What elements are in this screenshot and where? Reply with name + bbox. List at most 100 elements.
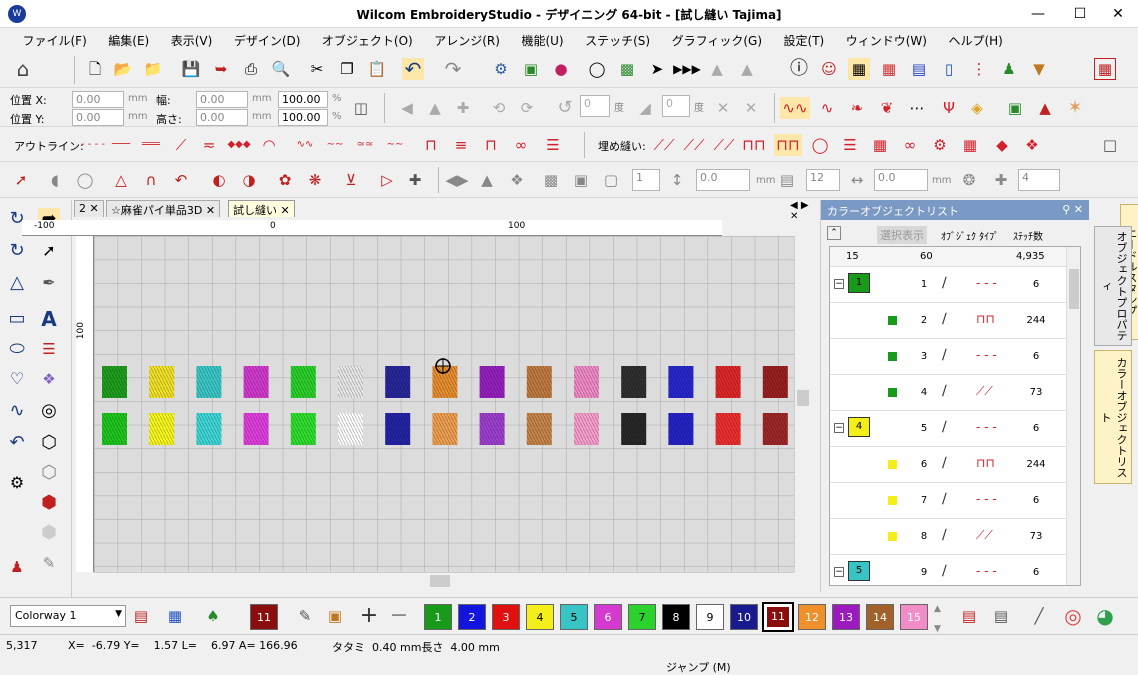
target-icon[interactable]: ◎ <box>38 400 60 422</box>
palette-color-swatch[interactable]: 3 <box>492 604 520 630</box>
palette-color-swatch[interactable]: 14 <box>866 604 894 630</box>
vertical-scrollbar[interactable] <box>794 236 810 572</box>
menu-arrange[interactable]: アレンジ(R) <box>425 29 509 51</box>
dotted-line-icon[interactable]: ⋯ <box>906 97 928 119</box>
pie-node-icon[interactable]: ◑ <box>238 169 260 191</box>
vtab-object-properties[interactable]: オブジェクトプロパティ <box>1094 226 1132 346</box>
columns-icon[interactable]: ▤ <box>776 169 798 191</box>
send-icon[interactable]: ➤ <box>646 58 668 80</box>
remove-color-icon[interactable]: − <box>388 605 410 627</box>
list-scrollbar[interactable] <box>1066 247 1080 585</box>
radial2-icon[interactable]: ✚ <box>990 169 1012 191</box>
lock-proportion-icon[interactable]: ◫ <box>350 97 372 119</box>
outline-arc-icon[interactable]: ◠ <box>256 134 282 156</box>
color-group-swatch[interactable]: 5 <box>848 561 870 581</box>
dots-grid-icon[interactable]: ⋮ <box>968 58 990 80</box>
object-list-row[interactable]: 8 ∕ ⟋⟋ 73 <box>830 519 1070 555</box>
vertical-scroll-thumb[interactable] <box>797 390 809 406</box>
spacing-icon[interactable]: ↕ <box>666 169 688 191</box>
eyedropper-icon[interactable]: ✎ <box>294 605 316 627</box>
current-color-swatch[interactable]: 11 <box>250 604 278 630</box>
fill-dense-icon[interactable]: ▦ <box>956 134 984 156</box>
fill-lines-icon[interactable]: ☰ <box>836 134 864 156</box>
select-points-icon[interactable]: ✚ <box>404 169 426 191</box>
object-list-row[interactable]: −4 5 ∕ - - - 6 <box>830 411 1070 447</box>
object-list-row[interactable]: 6 ∕ ⊓⊓ 244 <box>830 447 1070 483</box>
outline-chain-icon[interactable]: ∞ <box>508 134 534 156</box>
info-icon[interactable]: ⓘ <box>788 58 810 80</box>
color-wheel-icon[interactable]: ◎ <box>1062 605 1084 627</box>
menu-help[interactable]: ヘルプ(H) <box>939 29 1011 51</box>
outline-run-icon[interactable]: - - - - <box>80 134 106 156</box>
trueview-icon[interactable]: ● <box>550 58 572 80</box>
columns-field[interactable]: 12 <box>806 169 840 191</box>
menu-view[interactable]: 表示(V) <box>162 29 222 51</box>
leaf-icon[interactable]: ❧ <box>846 97 868 119</box>
background-icon[interactable]: ▩ <box>616 58 638 80</box>
tool-a-icon[interactable]: ✕ <box>712 97 734 119</box>
palette-color-swatch[interactable]: 11 <box>762 602 794 632</box>
pencil-tool-icon[interactable]: ✎ <box>38 552 60 574</box>
expand-toggle-icon[interactable]: − <box>834 567 844 577</box>
outline-diamond-icon[interactable]: ◆◆◆ <box>226 134 252 156</box>
stamp-icon[interactable]: ▼ <box>1028 58 1050 80</box>
outline-zz2-icon[interactable]: ∿∿ <box>292 134 318 156</box>
palette-color-swatch[interactable]: 4 <box>526 604 554 630</box>
outline-bars-icon[interactable]: ≡ <box>448 134 474 156</box>
stitch-player-icon[interactable]: ⚙ <box>490 58 512 80</box>
palette-color-swatch[interactable]: 12 <box>798 604 826 630</box>
rectangle-icon[interactable]: ▭ <box>6 308 28 330</box>
flip-h-icon[interactable]: ◀▶ <box>445 169 468 191</box>
fill-square-icon[interactable]: ⊓⊓ <box>740 134 768 156</box>
undo-icon[interactable]: ↶ <box>402 58 424 80</box>
scale-box-icon[interactable]: ▣ <box>570 169 592 191</box>
fish-icon[interactable]: ◈ <box>966 97 988 119</box>
height-field[interactable]: 0.00 <box>196 109 248 126</box>
menu-file[interactable]: ファイル(F) <box>14 29 96 51</box>
team-names-icon[interactable]: ☰ <box>38 338 60 360</box>
outline-triple-icon[interactable]: ─── <box>108 134 134 156</box>
skew-icon[interactable]: ✚ <box>452 97 474 119</box>
rotate-right-icon[interactable]: ⟳ <box>516 97 538 119</box>
menu-function[interactable]: 機能(U) <box>512 29 572 51</box>
minimize-button[interactable]: — <box>1024 4 1052 24</box>
hex-filled-icon[interactable]: ⬢ <box>38 492 60 514</box>
thread-spool-icon[interactable]: ▯ <box>938 58 960 80</box>
rotate-angle-icon[interactable]: ↺ <box>554 97 576 119</box>
hoop-icon[interactable]: ◯ <box>586 58 608 80</box>
polyline-icon[interactable]: ⊻ <box>340 169 362 191</box>
pos-x-field[interactable]: 0.00 <box>72 91 124 108</box>
maximize-button[interactable]: ☐ <box>1066 4 1094 24</box>
export-icon[interactable]: ➥ <box>210 58 232 80</box>
spiral-icon[interactable]: ↶ <box>6 432 28 454</box>
monogram-icon[interactable]: ❖ <box>38 368 60 390</box>
tab-mahjong-3d[interactable]: ☆麻雀パイ単品3D ✕ <box>106 200 221 217</box>
pos-y-field[interactable]: 0.00 <box>72 109 124 126</box>
spoke-circle-icon[interactable]: ❋ <box>304 169 326 191</box>
hex-outline-icon[interactable]: ⬡ <box>38 462 60 484</box>
tab-test-sew[interactable]: 試し縫い ✕ <box>228 200 295 217</box>
close-button[interactable]: ✕ <box>1104 4 1132 24</box>
hex-light-icon[interactable]: ⬢ <box>38 522 60 544</box>
palette-scroll-icon[interactable]: ▲ ▼ <box>934 604 941 634</box>
outline-square-wave-icon[interactable]: ⊓ <box>418 134 444 156</box>
color-grid-icon[interactable]: ▦ <box>878 58 900 80</box>
horizontal-scrollbar[interactable] <box>94 572 794 588</box>
color-pie-icon[interactable]: ◕ <box>1094 605 1116 627</box>
colorway-select[interactable]: Colorway 1 ▼ <box>10 605 126 627</box>
thread-compare-icon[interactable]: ▤ <box>990 605 1012 627</box>
tool-b-icon[interactable]: ✕ <box>740 97 762 119</box>
knife-icon[interactable]: ◖ <box>44 169 66 191</box>
fill-satin-icon[interactable]: ⟋⟋ <box>710 134 738 156</box>
rotate-angle-field[interactable]: 0 <box>580 95 610 117</box>
fill-step-icon[interactable]: ⊓⊓ <box>774 134 802 156</box>
outline-satin-icon[interactable]: ⟋ <box>168 134 194 156</box>
redo-icon[interactable]: ↷ <box>442 58 464 80</box>
copy-icon[interactable]: ❐ <box>336 58 358 80</box>
hex-icon[interactable]: ⬡ <box>38 432 60 454</box>
print-icon[interactable]: ⎙ <box>240 58 262 80</box>
spacing-field[interactable]: 0.0 <box>696 169 750 191</box>
fill-grid-icon[interactable]: ▦ <box>866 134 894 156</box>
gap-field[interactable]: 0.0 <box>874 169 928 191</box>
paste-icon[interactable]: 📋 <box>366 58 388 80</box>
